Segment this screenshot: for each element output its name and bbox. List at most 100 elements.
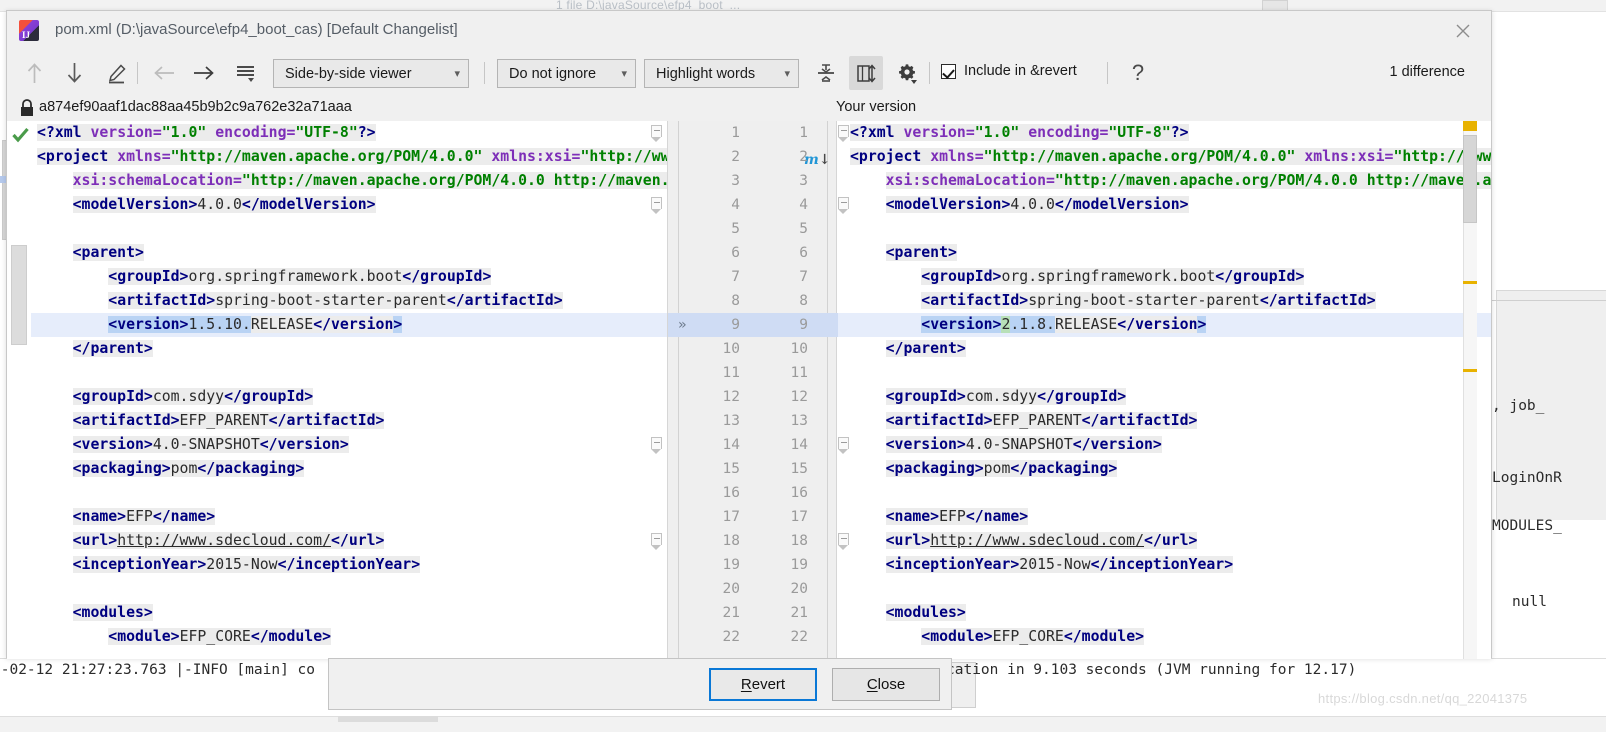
right-scroll-thumb[interactable]	[1463, 135, 1477, 223]
viewer-mode-select[interactable]: Side-by-side viewer ▾	[273, 59, 469, 88]
line-number-right: 4	[799, 197, 808, 213]
background-fragment: , job_	[1492, 398, 1545, 414]
left-fold-column	[647, 121, 667, 659]
lines-dropdown-icon	[237, 66, 254, 82]
toolbar-separator	[929, 62, 930, 84]
line-number-left: 9	[731, 317, 740, 333]
code-line: <version>4.0-SNAPSHOT</version>	[885, 436, 1162, 453]
apply-difference-chevron[interactable]: »	[678, 313, 686, 337]
diff-marker-top[interactable]	[1463, 121, 1477, 131]
line-number-left: 19	[722, 557, 740, 573]
line-number-left: 10	[722, 341, 740, 357]
line-number-right: 15	[790, 461, 808, 477]
edit-source-button[interactable]	[99, 56, 133, 90]
arrow-up-icon	[27, 63, 41, 83]
watermark: https://blog.csdn.net/qq_22041375	[1318, 691, 1528, 706]
line-number-left: 16	[722, 485, 740, 501]
fold-marker[interactable]	[838, 125, 849, 142]
close-button[interactable]: Close	[832, 668, 940, 701]
line-number-left: 5	[731, 221, 740, 237]
diff-marker-a[interactable]	[1463, 281, 1477, 284]
revert-button[interactable]: Revert	[709, 668, 817, 701]
fold-marker[interactable]	[838, 437, 849, 454]
left-diff-pane[interactable]: <?xml version="1.0" encoding="UTF-8"?> <p…	[7, 121, 667, 659]
code-line: <url>http://www.sdecloud.com/</url>	[885, 532, 1198, 549]
diff-marker-b[interactable]	[1463, 369, 1477, 372]
line-number-right: 21	[790, 605, 808, 621]
fold-marker[interactable]	[651, 125, 662, 142]
chevron-down-icon: ▾	[621, 68, 627, 80]
synchronize-scrolling-button[interactable]	[849, 56, 883, 90]
no-errors-check-wrap	[12, 127, 29, 148]
previous-file-button[interactable]	[147, 56, 181, 90]
highlight-mode-label: Highlight words	[656, 65, 756, 82]
collapse-unchanged-button[interactable]	[809, 56, 843, 90]
fold-marker[interactable]	[838, 533, 849, 550]
code-line: <version>1.5.10.RELEASE</version>	[108, 316, 403, 333]
code-line: <modelVersion>4.0.0</modelVersion>	[72, 196, 376, 213]
line-number-left: 7	[731, 269, 740, 285]
line-number-right: 17	[790, 509, 808, 525]
line-number-right: 5	[799, 221, 808, 237]
code-line: <inceptionYear>2015-Now</inceptionYear>	[72, 556, 421, 573]
code-line: <modules>	[72, 604, 153, 621]
next-difference-button[interactable]	[57, 56, 91, 90]
line-number-left: 12	[722, 389, 740, 405]
fold-marker[interactable]	[651, 197, 662, 214]
toolbar-separator	[484, 62, 485, 84]
highlight-mode-select[interactable]: Highlight words ▾	[644, 59, 799, 88]
lines-menu-button[interactable]	[229, 56, 263, 90]
collapse-fragments-icon	[818, 64, 834, 82]
chevron-down-icon: ▾	[454, 68, 460, 80]
line-number-left: 8	[731, 293, 740, 309]
previous-difference-button[interactable]	[17, 56, 51, 90]
code-line: <inceptionYear>2015-Now</inceptionYear>	[885, 556, 1234, 573]
sync-scroll-icon	[857, 64, 876, 83]
diff-settings-button[interactable]	[891, 56, 925, 90]
line-number-right: 13	[790, 413, 808, 429]
code-line: <groupId>org.springframework.boot</group…	[108, 268, 492, 285]
code-line: </parent>	[885, 340, 966, 357]
left-revision-hash: a874ef90aaf1dac88aa45b9b2c9a762e32a71aaa	[39, 99, 352, 115]
left-pane-scroll-thumb[interactable]	[11, 245, 27, 345]
right-diff-pane[interactable]: <?xml version="1.0" encoding="UTF-8"?> <p…	[838, 121, 1491, 659]
include-in-revert-checkbox[interactable]: Include in &revert	[941, 63, 1077, 79]
background-bottom-tabstrip	[0, 716, 1606, 732]
code-line: <project xmlns="http://maven.apache.org/…	[37, 145, 667, 169]
close-window-button[interactable]	[1443, 17, 1483, 45]
line-number-gutter: » m↓ 1 1 2 2 3 3 4 4 5 5 6 6 7 7 8 8 9 9 10 10 11 11 12 12 13 13 1…	[667, 121, 838, 659]
help-button[interactable]: ?	[1121, 56, 1155, 90]
line-number-left: 20	[722, 581, 740, 597]
ignore-mode-label: Do not ignore	[509, 65, 597, 82]
line-number-right: 16	[790, 485, 808, 501]
line-number-left: 11	[722, 365, 740, 381]
lock-icon-wrap	[19, 98, 35, 123]
fold-marker[interactable]	[838, 197, 849, 214]
close-icon	[1456, 24, 1470, 38]
fold-marker[interactable]	[651, 533, 662, 550]
line-number-right: 19	[790, 557, 808, 573]
line-number-right: 2	[799, 149, 808, 165]
background-fragment: LoginOnR	[1492, 470, 1562, 486]
next-file-button[interactable]	[187, 56, 221, 90]
code-line: <artifactId>spring-boot-starter-parent</…	[108, 292, 563, 309]
close-button-label: Close	[866, 676, 906, 693]
line-number-left: 21	[722, 605, 740, 621]
code-line: xsi:schemaLocation="http://maven.apache.…	[850, 169, 1491, 193]
fold-marker[interactable]	[651, 437, 662, 454]
line-number-right: 14	[790, 437, 808, 453]
chevron-down-icon: ▾	[784, 68, 790, 80]
code-line: <module>EFP_CORE</module>	[921, 628, 1145, 645]
code-line: </parent>	[72, 340, 153, 357]
line-number-right: 3	[799, 173, 808, 189]
line-number-right: 9	[799, 317, 808, 333]
line-number-left: 15	[722, 461, 740, 477]
ignore-mode-select[interactable]: Do not ignore ▾	[497, 59, 636, 88]
line-number-left: 22	[722, 629, 740, 645]
code-line: <name>EFP</name>	[72, 508, 216, 525]
line-number-right: 12	[790, 389, 808, 405]
background-bottom-tab[interactable]	[338, 716, 438, 722]
diff-toolbar: Side-by-side viewer ▾ Do not ignore ▾ Hi…	[7, 49, 1491, 97]
line-number-left: 14	[722, 437, 740, 453]
revert-button-label: Revert	[740, 676, 786, 693]
